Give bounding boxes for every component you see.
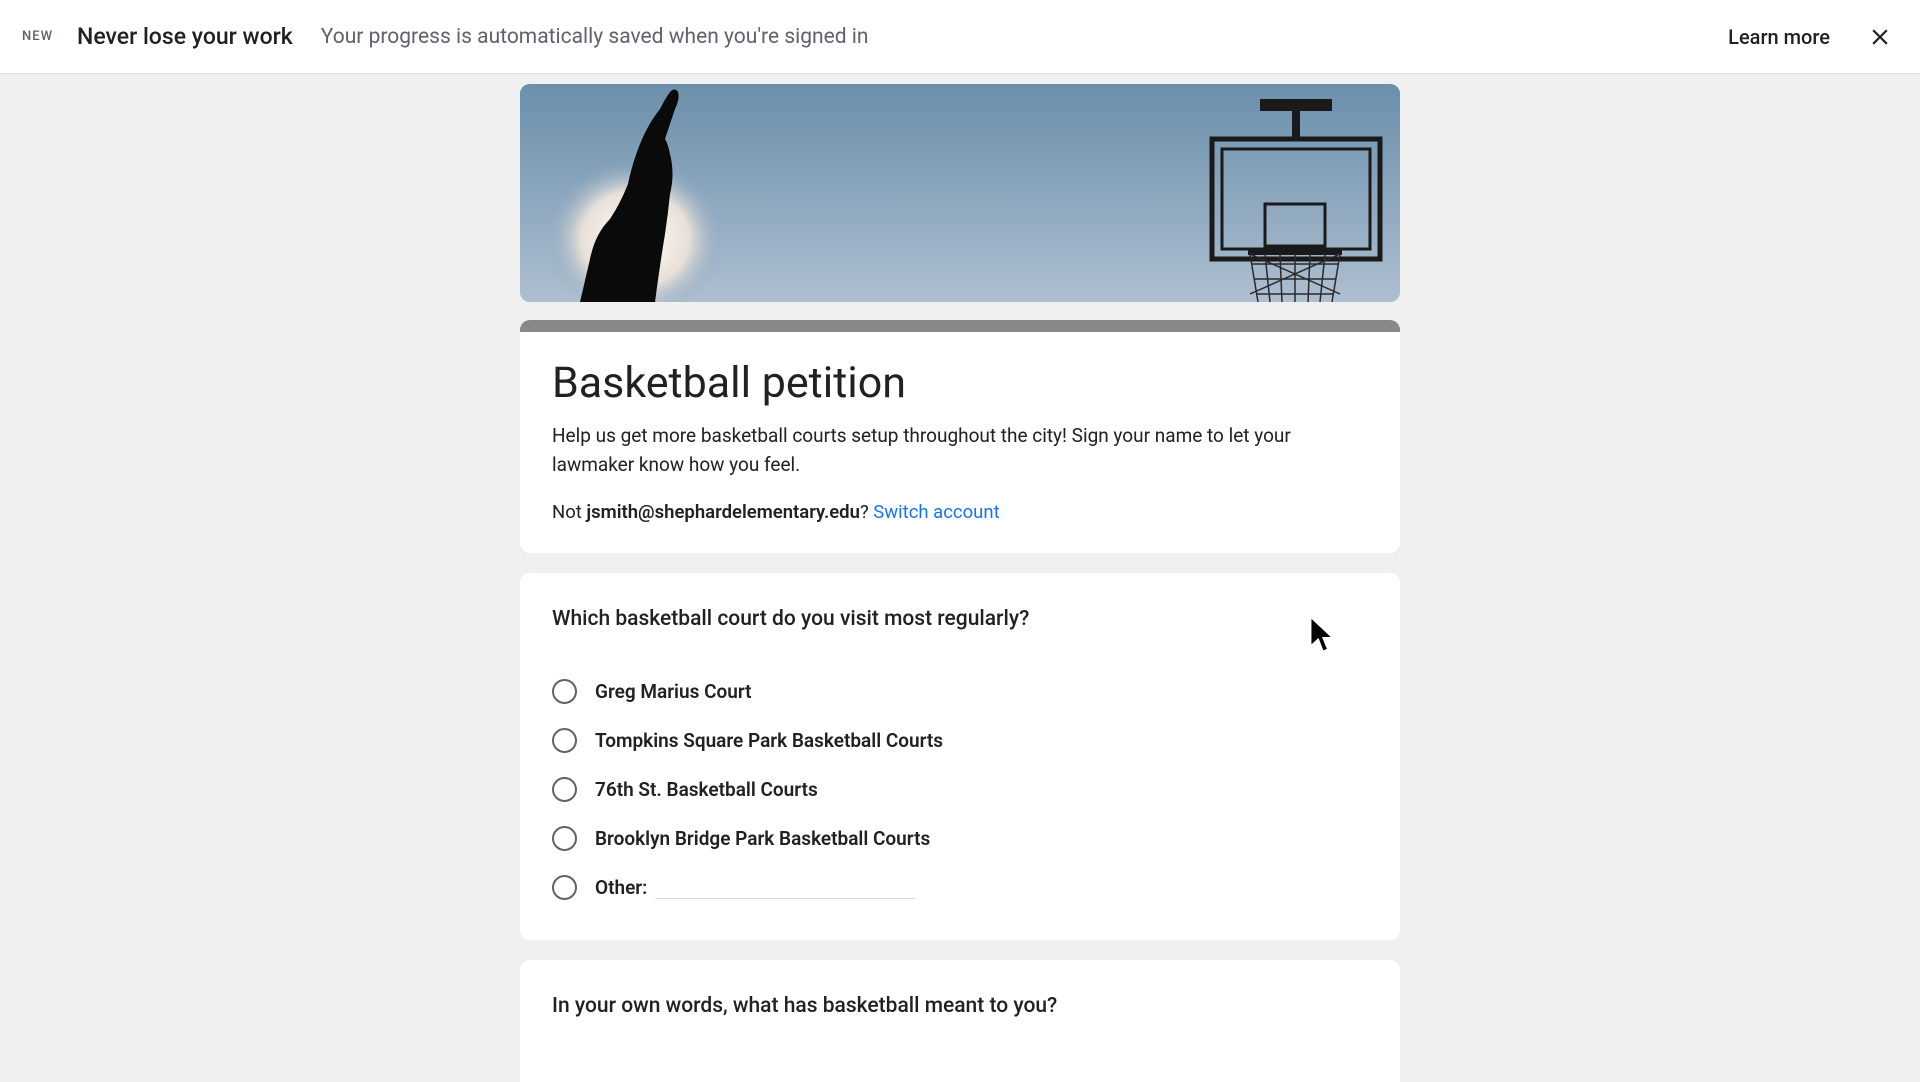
question-2-title: In your own words, what has basketball m… [552, 994, 1368, 1018]
notification-banner: NEW Never lose your work Your progress i… [0, 0, 1920, 74]
banner-subtitle: Your progress is automatically saved whe… [321, 25, 1728, 49]
radio-icon [552, 777, 577, 802]
question-1-card: Which basketball court do you visit most… [520, 573, 1400, 940]
question-2-card: In your own words, what has basketball m… [520, 960, 1400, 1082]
option-label: 76th St. Basketball Courts [595, 778, 818, 801]
radio-icon [552, 826, 577, 851]
account-email: jsmith@shephardelementary.edu [586, 501, 860, 523]
account-not-prefix: Not [552, 501, 586, 523]
new-badge: NEW [22, 29, 53, 44]
form-header-card: Basketball petition Help us get more bas… [520, 320, 1400, 553]
close-banner-button[interactable] [1862, 19, 1898, 55]
learn-more-link[interactable]: Learn more [1728, 25, 1830, 49]
close-icon [1867, 24, 1893, 50]
radio-option[interactable]: Brooklyn Bridge Park Basketball Courts [552, 814, 1368, 863]
option-label: Greg Marius Court [595, 680, 752, 703]
radio-icon [552, 728, 577, 753]
banner-title: Never lose your work [77, 23, 293, 50]
option-label: Brooklyn Bridge Park Basketball Courts [595, 827, 930, 850]
radio-icon [552, 875, 577, 900]
radio-option[interactable]: Greg Marius Court [552, 667, 1368, 716]
radio-option-other[interactable]: Other: [552, 863, 1368, 912]
other-text-input[interactable] [655, 876, 915, 899]
option-label: Tompkins Square Park Basketball Courts [595, 729, 943, 752]
account-info: Not jsmith@shephardelementary.edu? Switc… [552, 501, 1368, 523]
header-image [520, 84, 1400, 302]
form-description: Help us get more basketball courts setup… [552, 422, 1368, 479]
form-title: Basketball petition [552, 358, 1368, 408]
question-1-title: Which basketball court do you visit most… [552, 607, 1368, 631]
form-content: Basketball petition Help us get more bas… [0, 74, 1920, 1082]
switch-account-link[interactable]: Switch account [873, 501, 999, 523]
radio-option[interactable]: 76th St. Basketball Courts [552, 765, 1368, 814]
radio-icon [552, 679, 577, 704]
option-label-other: Other: [595, 876, 647, 899]
radio-option[interactable]: Tompkins Square Park Basketball Courts [552, 716, 1368, 765]
account-qmark: ? [860, 501, 873, 523]
